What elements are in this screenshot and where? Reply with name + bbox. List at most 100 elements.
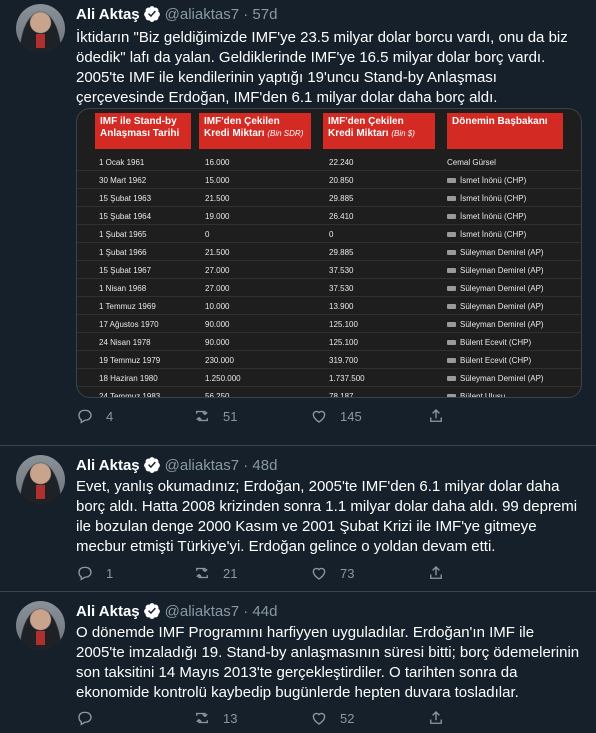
cell-pm-text: Süleyman Demirel (AP) [460,248,544,257]
cell-pm: Süleyman Demirel (AP) [447,320,544,329]
table-row: 1 Şubat 1966 21.500 29.885 Süleyman Demirel… [77,243,581,261]
cell-pm-text: Süleyman Demirel (AP) [460,374,544,383]
like-icon [312,567,326,580]
avatar[interactable] [16,4,65,53]
reply-button[interactable] [76,708,193,728]
like-count: 145 [340,408,362,424]
cell-pm-text: İsmet İnönü (CHP) [460,212,527,221]
tweet-3[interactable]: Ali Aktaş @aliaktas7 · 44d O dönemde IMF… [0,592,596,733]
tweet-actions: 13 52 [76,708,546,728]
author-handle-time[interactable]: @aliaktas7 · 48d [165,457,278,474]
share-icon [430,409,442,422]
author-name[interactable]: Ali Aktaş [76,6,140,23]
cell-pm: Süleyman Demirel (AP) [447,302,544,311]
table-row: 24 Nisan 1978 90.000 125.100 Bülent Ecevit … [77,333,581,351]
author-name[interactable]: Ali Aktaş [76,457,140,474]
cell-pm: İsmet İnönü (CHP) [447,212,526,221]
table-row: 18 Haziran 1980 1.250.000 1.737.500 Süleyma… [77,369,581,387]
verified-icon [143,6,160,22]
cell-pm-text: İsmet İnönü (CHP) [460,230,527,239]
avatar[interactable] [16,601,65,650]
cell-pm-text: İsmet İnönü (CHP) [460,176,527,185]
like-icon [312,712,326,725]
cell-pm-text: Bülent Ulusu [460,392,506,398]
cell-date: 18 Haziran 1980 [99,374,158,383]
author-handle-time[interactable]: @aliaktas7 · 57d [165,6,278,23]
table-row: 17 Ağustos 1970 90.000 125.100 Süleyman Dem… [77,315,581,333]
cell-usd: 29.885 [329,248,354,257]
like-count: 73 [340,565,355,581]
like-button[interactable]: 73 [310,563,427,583]
table-row: 15 Şubat 1963 21.500 29.885 İsmet İnönü (CH… [77,189,581,207]
cell-sdr: 15.000 [205,176,230,185]
like-button[interactable]: 52 [310,708,427,728]
retweet-count: 51 [223,408,238,424]
cell-pm: Cemal Gürsel [447,158,496,167]
cell-usd: 26.410 [329,212,354,221]
tweet-2[interactable]: Ali Aktaş @aliaktas7 · 48d Evet, yanlış … [0,446,596,592]
cell-date: 17 Ağustos 1970 [99,320,159,329]
tweet-image-table[interactable]: IMF ile Stand-by Anlaşması Tarihi IMF'de… [76,108,582,398]
verified-icon [143,457,160,473]
cell-date: 1 Şubat 1966 [99,248,147,257]
cell-pm-text: Süleyman Demirel (AP) [460,302,544,311]
party-logo-icon [447,196,456,201]
tweet-actions: 4 51 145 [76,406,546,426]
cell-sdr: 0 [205,230,210,239]
tweet-text: Evet, yanlış okumadınız; Erdoğan, 2005't… [76,478,578,555]
share-button[interactable] [427,708,544,728]
avatar[interactable] [16,455,65,504]
share-button[interactable] [427,406,544,426]
tweet-text: O dönemde IMF Programını harfiyyen uygul… [76,624,580,701]
retweet-icon [196,567,208,579]
cell-date: 1 Ocak 1961 [99,158,145,167]
cell-sdr: 16.000 [205,158,230,167]
reply-button[interactable]: 1 [76,563,193,583]
cell-usd: 20.850 [329,176,354,185]
cell-usd: 125.100 [329,320,358,329]
table-row: 1 Temmuz 1969 10.000 13.900 Süleyman Demire… [77,297,581,315]
cell-usd: 29.885 [329,194,354,203]
verified-icon [143,603,160,619]
table-row: 24 Temmuz 1983 56.250 78.187 Bülent Ulusu [77,387,581,398]
reply-icon [78,409,92,424]
party-logo-icon [447,268,456,273]
cell-pm-text: Bülent Ecevit (CHP) [460,356,532,365]
table-header-date: IMF ile Stand-by Anlaşması Tarihi [95,113,191,149]
cell-usd: 319.700 [329,356,358,365]
cell-pm: Süleyman Demirel (AP) [447,266,544,275]
cell-pm: Süleyman Demirel (AP) [447,248,544,257]
table-header: IMF ile Stand-by Anlaşması Tarihi IMF'de… [77,109,581,153]
author-handle-time[interactable]: @aliaktas7 · 44d [165,603,278,620]
cell-sdr: 27.000 [205,266,230,275]
cell-pm: Bülent Ulusu [447,392,506,398]
cell-date: 1 Şubat 1965 [99,230,147,239]
retweet-button[interactable]: 13 [193,708,310,728]
cell-date: 1 Nisan 1968 [99,284,147,293]
cell-usd: 0 [329,230,334,239]
reply-icon [78,566,92,581]
reply-button[interactable]: 4 [76,406,193,426]
retweet-button[interactable]: 51 [193,406,310,426]
author-name[interactable]: Ali Aktaş [76,603,140,620]
cell-pm: Süleyman Demirel (AP) [447,284,544,293]
retweet-icon [196,410,208,422]
cell-date: 24 Nisan 1978 [99,338,151,347]
table-header-usd: IMF'den Çekilen Kredi Miktarı (Bin $) [323,113,435,149]
cell-pm: İsmet İnönü (CHP) [447,230,526,239]
cell-usd: 78.187 [329,392,354,398]
table-row: 15 Şubat 1964 19.000 26.410 İsmet İnönü (CH… [77,207,581,225]
party-logo-icon [447,358,456,363]
tweet-1[interactable]: Ali Aktaş @aliaktas7 · 57d İktidarın "Bi… [0,0,596,446]
party-logo-icon [447,286,456,291]
like-button[interactable]: 145 [310,406,427,426]
cell-sdr: 21.500 [205,248,230,257]
party-logo-icon [447,214,456,219]
share-button[interactable] [427,563,544,583]
cell-usd: 22.240 [329,158,354,167]
table-row: 1 Şubat 1965 0 0 İsmet İnönü (CHP) [77,225,581,243]
cell-date: 30 Mart 1962 [99,176,147,185]
retweet-button[interactable]: 21 [193,563,310,583]
party-logo-icon [447,250,456,255]
cell-sdr: 56.250 [205,392,230,398]
